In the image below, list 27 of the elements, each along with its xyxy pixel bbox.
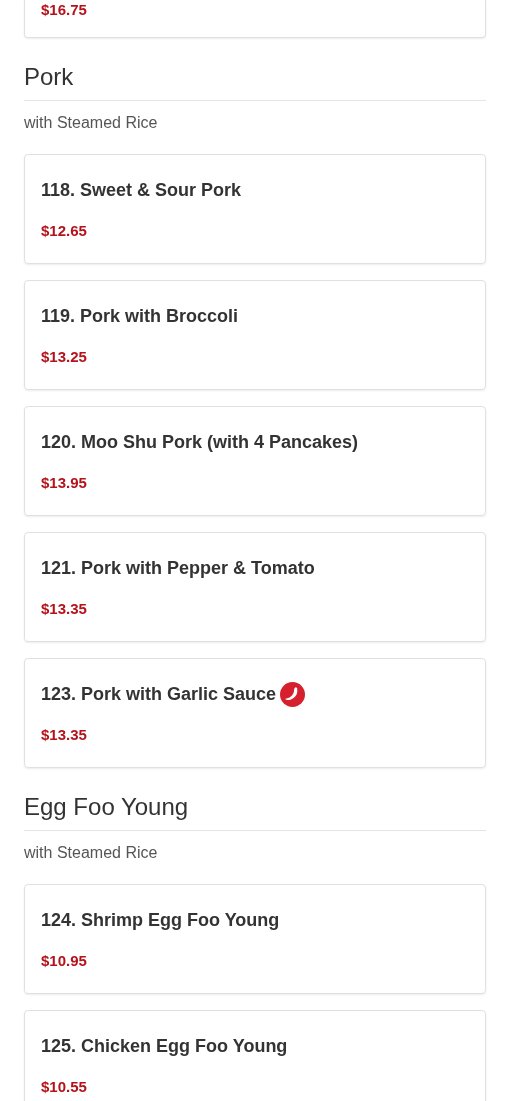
item-price: $13.35	[41, 599, 88, 619]
item-name: 121. Pork with Pepper & Tomato	[41, 557, 315, 579]
menu-item-card[interactable]: 119. Pork with Broccoli $13.25	[24, 280, 486, 390]
menu-item-card[interactable]: 121. Pork with Pepper & Tomato $13.35	[24, 532, 486, 642]
item-price: $10.55	[41, 1077, 88, 1097]
item-price: $10.95	[41, 951, 88, 971]
section-subtitle: with Steamed Rice	[24, 843, 159, 863]
item-price: $12.65	[41, 221, 88, 241]
menu-item-card[interactable]: 125. Chicken Egg Foo Young $10.55	[24, 1010, 486, 1101]
menu-item-card[interactable]: 120. Moo Shu Pork (with 4 Pancakes) $13.95	[24, 406, 486, 516]
item-price: $16.75	[41, 0, 88, 20]
menu-item-card[interactable]: 118. Sweet & Sour Pork $12.65	[24, 154, 486, 264]
menu-item-card[interactable]: $16.75	[24, 0, 486, 38]
section-subtitle: with Steamed Rice	[24, 113, 159, 133]
item-price: $13.95	[41, 473, 88, 493]
item-name: 118. Sweet & Sour Pork	[41, 179, 242, 201]
menu-item-card[interactable]: 123. Pork with Garlic Sauce $13.35	[24, 658, 486, 768]
item-name: 123. Pork with Garlic Sauce	[41, 683, 277, 705]
menu-item-card[interactable]: 124. Shrimp Egg Foo Young $10.95	[24, 884, 486, 994]
section-heading: Pork	[24, 62, 486, 101]
item-name: 120. Moo Shu Pork (with 4 Pancakes)	[41, 431, 359, 453]
item-name: 124. Shrimp Egg Foo Young	[41, 909, 280, 931]
item-name: 119. Pork with Broccoli	[41, 305, 239, 327]
item-price: $13.35	[41, 725, 88, 745]
item-price: $13.25	[41, 347, 88, 367]
item-name: 125. Chicken Egg Foo Young	[41, 1035, 288, 1057]
section-heading: Egg Foo Young	[24, 792, 486, 831]
